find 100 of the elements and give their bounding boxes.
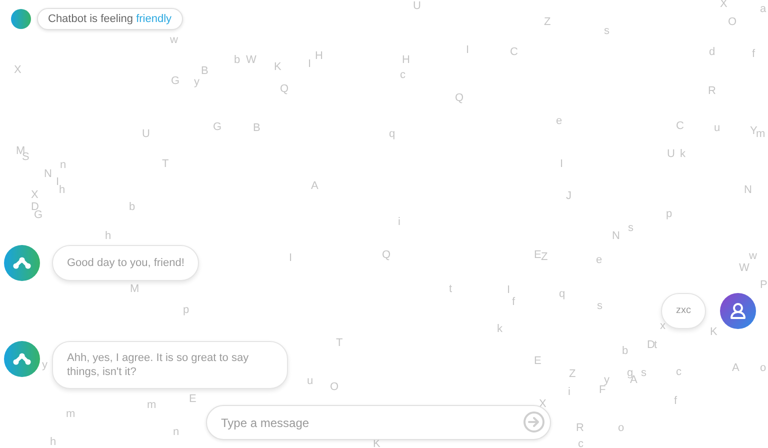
background-letter: h [59, 184, 66, 196]
bot-message: Good day to you, friend! [52, 245, 200, 281]
background-letter: N [744, 184, 752, 196]
background-letter: Z [544, 16, 551, 28]
background-letter: u [714, 122, 720, 134]
background-letter: o [760, 362, 766, 374]
background-letter: I [560, 158, 564, 170]
background-letter: Y [750, 125, 758, 137]
background-letter: G [34, 209, 43, 221]
background-letter: c [578, 438, 584, 448]
background-letter: f [674, 395, 678, 407]
background-letter: F [599, 384, 606, 396]
background-letter: E [189, 393, 196, 405]
background-letter: T [336, 337, 343, 349]
background-letter: f [512, 296, 516, 308]
background-letter: s [641, 367, 646, 379]
background-letter: i [568, 386, 570, 398]
background-letter: o [618, 422, 624, 434]
background-letter: Z [569, 368, 576, 380]
background-letter: y [42, 359, 48, 371]
mood-status: Chatbot is feeling friendly [37, 8, 183, 30]
background-letter: T [162, 158, 169, 170]
background-letter: U [142, 128, 150, 140]
background-letter: p [183, 304, 190, 316]
background-letter: K [710, 326, 718, 338]
background-letter: i [398, 216, 400, 228]
background-letter: s [597, 300, 602, 312]
background-letter: t [449, 283, 452, 295]
background-letter: x [660, 320, 666, 332]
background-letter: e [556, 115, 562, 127]
background-letter: t [654, 339, 658, 351]
send-button[interactable] [521, 409, 547, 435]
background-letter: W [739, 262, 750, 274]
background-letter: H [402, 54, 410, 66]
background-letter: q [389, 128, 396, 140]
bot-avatar [4, 245, 40, 281]
background-letter: I [507, 284, 510, 296]
background-letter: s [604, 25, 610, 37]
background-letter: I [289, 252, 292, 264]
background-letter: U [667, 148, 675, 160]
background-letter: K [274, 61, 282, 73]
background-letter: q [559, 288, 566, 300]
background-letter: C [676, 120, 684, 132]
background-letter: s [628, 222, 634, 234]
background-letter: u [307, 375, 314, 387]
bot-message: Ahh, yes, I agree. It is so great to say things, isn't it? [52, 341, 288, 389]
background-letter: Q [280, 83, 289, 95]
background-letter: A [311, 180, 318, 192]
background-letter: h [105, 230, 112, 242]
background-letter: B [201, 65, 208, 77]
background-letter: E [534, 249, 542, 261]
background-letter: P [760, 279, 768, 291]
background-letter: R [708, 85, 716, 97]
bot-avatar [4, 341, 40, 377]
background-letter: O [330, 381, 339, 393]
user-avatar [720, 293, 756, 329]
background-letter: k [497, 323, 502, 335]
message-field[interactable]: Type a message [206, 405, 551, 440]
background-letter: c [676, 366, 682, 378]
background-letter: W [246, 54, 256, 66]
background-letter: R [576, 422, 584, 434]
background-letter: m [147, 399, 156, 411]
background-letter: n [60, 159, 66, 171]
background-letter: w [170, 34, 178, 46]
background-letter: Q [455, 92, 464, 104]
background-letter: N [44, 168, 52, 180]
background-letter: M [130, 283, 140, 295]
background-letter: b [622, 345, 628, 357]
background-letter: I [56, 176, 60, 188]
background-letter: k [680, 148, 686, 160]
background-letter: I [466, 44, 470, 56]
background-letter: m [66, 408, 76, 420]
background-letter: A [732, 362, 740, 374]
background-letter: f [752, 48, 756, 60]
background-letter: n [173, 426, 180, 438]
background-letter: b [234, 54, 240, 66]
background-letter: Z [541, 251, 548, 263]
background-letter: G [213, 121, 222, 133]
background-letter: H [315, 50, 323, 62]
background-letter: X [14, 64, 22, 76]
arrow-right-icon [523, 411, 545, 433]
background-letter: N [612, 230, 620, 242]
background-letter: D [647, 339, 655, 351]
background-letter: y [194, 76, 200, 88]
bot-avatar [11, 9, 31, 29]
background-letter: S [22, 151, 30, 163]
background-letter: p [666, 208, 672, 220]
background-letter: b [129, 201, 136, 213]
background-letter: I [308, 58, 312, 70]
background-letter: C [510, 46, 518, 58]
background-letter: B [253, 122, 260, 134]
background-letter: G [171, 75, 180, 87]
background-letter: m [756, 128, 766, 140]
background-letter: Q [382, 249, 391, 261]
background-letter: E [534, 355, 542, 367]
background-letter: d [709, 46, 716, 58]
background-letter: J [566, 190, 572, 202]
background-letter: a [760, 3, 766, 15]
background-letter: w [749, 250, 757, 262]
background-letter: y [604, 374, 610, 386]
